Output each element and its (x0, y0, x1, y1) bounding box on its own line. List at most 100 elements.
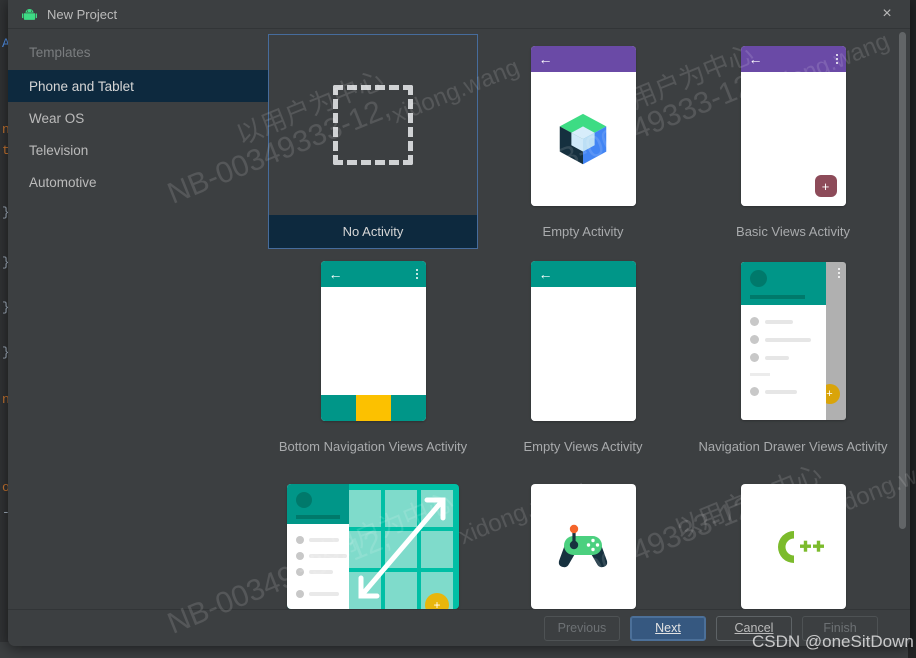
cpp-art (688, 464, 898, 609)
list-bullet-icon (749, 353, 759, 362)
list-bullet-icon (749, 335, 759, 344)
list-text-placeholder (764, 337, 811, 342)
list-bullet-icon (749, 387, 759, 396)
template-card-empty-activity[interactable]: ← Empty Activity (478, 34, 688, 249)
list-text-placeholder (764, 319, 793, 324)
sidebar-item-label: Television (29, 142, 89, 158)
template-card-responsive-views-activity[interactable]: + (268, 464, 478, 609)
phone-content (530, 287, 636, 421)
nav-drawer-art: + (688, 249, 898, 433)
templates-grid: No Activity ← Empty Activity ← + Basic V… (268, 29, 898, 609)
list-text-placeholder (309, 538, 339, 542)
sidebar-item-wear-os[interactable]: Wear OS (8, 102, 268, 134)
previous-button-label: Previous (557, 621, 607, 635)
template-card-navigation-drawer-views-activity[interactable]: + Navigation Drawer Views Activity (688, 249, 898, 464)
phone-mock: ← (530, 46, 636, 206)
list-item (296, 568, 333, 576)
list-text-placeholder (764, 355, 789, 360)
overflow-menu-icon (835, 54, 838, 64)
phone-content: + (740, 72, 846, 206)
template-label: Bottom Navigation Views Activity (278, 439, 468, 454)
template-label: Basic Views Activity (736, 224, 850, 239)
sidebar-item-label: Wear OS (29, 110, 85, 126)
template-card-basic-views-activity[interactable]: ← + Basic Views Activity (688, 34, 898, 249)
cancel-button-label: Cancel (734, 621, 774, 635)
next-button[interactable]: Next (630, 615, 706, 641)
sidebar-item-label: Phone and Tablet (29, 78, 134, 94)
scrollbar-thumb[interactable] (899, 32, 906, 529)
bottom-nav-item (390, 395, 426, 421)
finish-button-label: Finish (823, 621, 857, 635)
new-project-dialog: New Project × Templates Phone and Tablet… (8, 0, 910, 646)
app-bar: ← (530, 261, 636, 287)
finish-button[interactable]: Finish (802, 615, 878, 641)
app-bar: ← (740, 46, 846, 72)
drawer-divider (749, 373, 770, 376)
no-activity-art (269, 35, 477, 215)
phone-mock: ← (530, 261, 636, 421)
floating-action-button-icon: + (814, 175, 837, 197)
drawer-list-item (749, 317, 793, 326)
bottom-navigation-bar (320, 395, 426, 421)
bottom-nav-item (320, 395, 356, 421)
cpp-logo-icon (778, 530, 824, 563)
game-controller-icon (558, 524, 608, 567)
responsive-header-line (296, 515, 340, 519)
phone-mock: ← + (740, 46, 846, 206)
phone-content (530, 72, 636, 206)
previous-button[interactable]: Previous (544, 615, 620, 641)
drawer-header-line (749, 295, 805, 299)
overflow-menu-icon (415, 269, 418, 279)
app-bar: ← (530, 46, 636, 72)
phone-content (320, 287, 426, 395)
sidebar-item-phone-and-tablet[interactable]: Phone and Tablet (8, 70, 268, 102)
avatar (296, 492, 312, 508)
templates-panel: No Activity ← Empty Activity ← + Basic V… (268, 29, 910, 609)
drawer-list-item (749, 353, 789, 362)
list-bullet-icon (296, 536, 304, 544)
dialog-footer: Previous Next Cancel Finish (8, 609, 910, 646)
dialog-title-bar: New Project × (8, 0, 910, 29)
template-label: Empty Views Activity (523, 439, 643, 454)
dashed-placeholder-icon (333, 85, 413, 165)
list-text-placeholder (309, 554, 347, 558)
white-card (740, 484, 846, 609)
phone-mock: ← (320, 261, 426, 421)
sidebar-item-label: Automotive (29, 174, 97, 190)
empty-views-art: ← (478, 249, 688, 433)
sidebar-item-television[interactable]: Television (8, 134, 268, 166)
jetpack-compose-logo-icon (559, 113, 607, 165)
next-button-label: Next (655, 621, 681, 635)
empty-activity-art: ← (478, 34, 688, 218)
cancel-button[interactable]: Cancel (716, 615, 792, 641)
drawer-sheet (740, 262, 826, 420)
resize-arrow-icon (358, 497, 446, 599)
template-card-empty-views-activity[interactable]: ← Empty Views Activity (478, 249, 688, 464)
template-label: No Activity (269, 215, 477, 248)
list-item (296, 552, 347, 560)
white-card (530, 484, 636, 609)
responsive-layout-mock: + (287, 484, 459, 609)
back-arrow-icon: ← (748, 51, 763, 67)
list-bullet-icon (296, 568, 304, 576)
list-text-placeholder (309, 570, 333, 574)
template-label: Navigation Drawer Views Activity (698, 439, 888, 454)
bottom-nav-art: ← (268, 249, 478, 433)
drawer-list-item (749, 387, 797, 396)
template-card-game-activity[interactable] (478, 464, 688, 609)
close-icon[interactable]: × (876, 3, 898, 25)
list-bullet-icon (296, 590, 304, 598)
bottom-nav-item-active (355, 395, 391, 421)
template-card-no-activity[interactable]: No Activity (268, 34, 478, 249)
template-card-bottom-navigation-views-activity[interactable]: ← Bottom Navigation Views Activity (268, 249, 478, 464)
list-item (296, 536, 339, 544)
templates-scrollbar[interactable] (898, 32, 907, 604)
sidebar-item-automotive[interactable]: Automotive (8, 166, 268, 198)
template-card-native-cpp[interactable] (688, 464, 898, 609)
responsive-art: + (268, 464, 478, 609)
basic-views-art: ← + (688, 34, 898, 218)
template-label: Empty Activity (542, 224, 624, 239)
drawer-list-item (749, 335, 811, 344)
app-bar: ← (320, 261, 426, 287)
category-sidebar: Templates Phone and Tablet Wear OS Telev… (8, 29, 268, 609)
